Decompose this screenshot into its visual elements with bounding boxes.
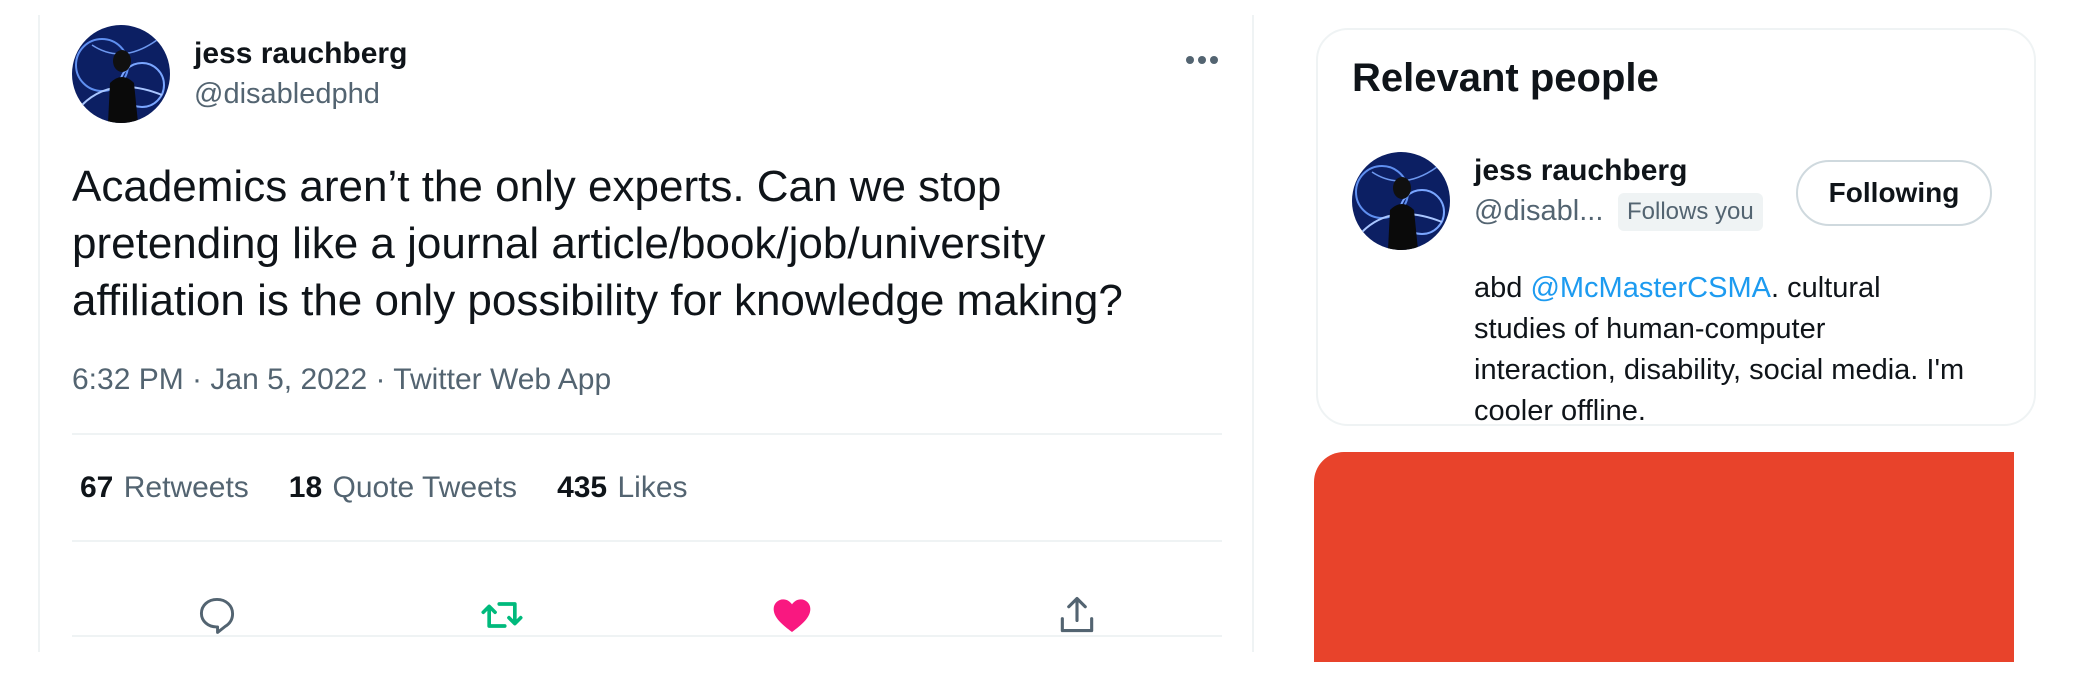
promo-banner[interactable] <box>1314 452 2014 662</box>
person-bio: abd @McMasterCSMA. cultural studies of h… <box>1474 268 1974 432</box>
more-options-icon[interactable] <box>1177 45 1227 75</box>
person-name[interactable]: jess rauchberg <box>1474 154 1687 188</box>
quote-tweets-label: Quote Tweets <box>332 471 518 504</box>
divider <box>72 635 1222 637</box>
divider <box>72 540 1222 542</box>
tweet-text: Academics aren’t the only experts. Can w… <box>72 162 1123 325</box>
likes-label: Likes <box>617 471 688 504</box>
person-avatar[interactable] <box>1352 152 1450 250</box>
relevant-people-card: Relevant people jess rauchberg @disabl..… <box>1316 28 2036 427</box>
right-column-border <box>1252 15 1254 652</box>
retweets-count: 67 <box>80 471 114 504</box>
quote-tweets-count: 18 <box>288 471 323 504</box>
engagement-stats: 67 Retweets 18 Quote Tweets 435 Likes <box>80 471 728 505</box>
divider <box>72 433 1222 435</box>
likes-count: 435 <box>557 471 608 504</box>
retweets-label: Retweets <box>123 471 249 504</box>
quote-tweets-stat[interactable]: 18 Quote Tweets <box>289 471 517 505</box>
tweet-timestamp-source[interactable]: 6:32 PM · Jan 5, 2022 · Twitter Web App <box>72 363 611 397</box>
likes-stat[interactable]: 435 Likes <box>557 471 687 505</box>
bio-mention-link[interactable]: @McMasterCSMA <box>1530 272 1771 304</box>
retweets-stat[interactable]: 67 Retweets <box>80 471 249 505</box>
following-button[interactable]: Following <box>1796 160 1992 226</box>
left-column-border <box>38 15 40 652</box>
author-handle[interactable]: @disabledphd <box>194 78 380 111</box>
author-name[interactable]: jess rauchberg <box>194 37 407 71</box>
person-handle[interactable]: @disabl... <box>1474 195 1603 228</box>
bio-prefix: abd <box>1474 272 1531 304</box>
author-avatar[interactable] <box>72 25 170 123</box>
follows-you-badge: Follows you <box>1618 193 1763 231</box>
card-title: Relevant people <box>1352 56 1659 100</box>
